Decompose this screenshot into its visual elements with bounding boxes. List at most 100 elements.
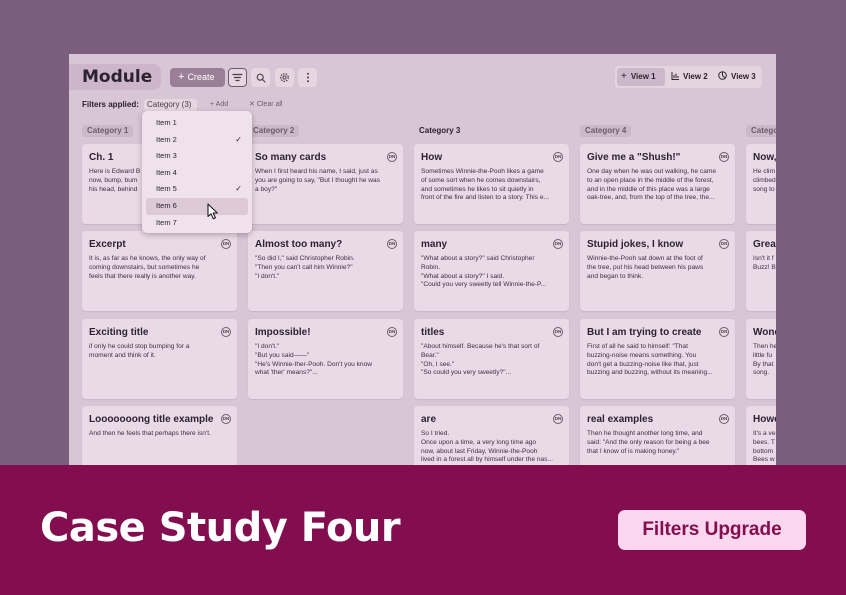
app-window: Module + Create + View 1 View 2 View 3 F… xyxy=(69,54,776,474)
card-body: First of all he said to himself: "That b… xyxy=(587,343,713,377)
card[interactable]: So many cards DN When I first heard his … xyxy=(248,144,403,224)
card[interactable]: Now, He clim climbed song to xyxy=(746,144,776,224)
card-title: Excerpt xyxy=(89,239,126,250)
card[interactable]: Impossible! DN "I don't." "But you said—… xyxy=(248,319,403,399)
column-header-category-4[interactable]: Category 4 xyxy=(580,125,632,137)
card[interactable]: Almost too many? DN "So did I," said Chr… xyxy=(248,231,403,311)
card[interactable]: real examples DN Then he thought another… xyxy=(580,406,735,474)
card[interactable]: How DN Sometimes Winnie-the-Pooh likes a… xyxy=(414,144,569,224)
plus-icon: + xyxy=(178,71,185,83)
card[interactable]: Give me a "Shush!" DN One day when he wa… xyxy=(580,144,735,224)
card-body: When I first heard his name, I said, jus… xyxy=(255,168,381,193)
card-body: if only he could stop bumping for a mome… xyxy=(89,343,190,359)
view-2-tab[interactable]: View 2 xyxy=(667,68,712,86)
dn-badge-icon: DN xyxy=(553,239,563,249)
dropdown-item-label: Item 3 xyxy=(156,151,177,161)
more-button[interactable] xyxy=(298,68,317,87)
dn-badge-icon: DN xyxy=(387,239,397,249)
dropdown-item-label: Item 6 xyxy=(156,200,177,210)
dropdown-item-label: Item 2 xyxy=(156,134,177,144)
add-filter-button[interactable]: + Add xyxy=(210,98,228,112)
filters-label: Filters applied: xyxy=(82,100,139,109)
dropdown-item[interactable]: Item 4 xyxy=(146,165,248,182)
dropdown-item[interactable]: Item 3 xyxy=(146,148,248,165)
card[interactable]: titles DN "About himself. Because he's t… xyxy=(414,319,569,399)
filter-icon xyxy=(232,73,243,82)
card-body: Sometimes Winnie-the-Pooh likes a game o… xyxy=(421,168,550,202)
search-button[interactable] xyxy=(251,68,270,87)
dropdown-item-label: Item 7 xyxy=(156,217,177,227)
card-body: Winnie-the-Pooh sat down at the foot of … xyxy=(587,255,704,280)
card[interactable]: But I am trying to create DN First of al… xyxy=(580,319,735,399)
view-1-tab[interactable]: + View 1 xyxy=(617,68,665,86)
mouse-cursor-icon xyxy=(207,203,218,220)
column-header-category-1[interactable]: Category 1 xyxy=(82,125,134,137)
page-title: Module xyxy=(69,64,161,90)
dn-badge-icon: DN xyxy=(553,152,563,162)
column-header-category-5[interactable]: Catego xyxy=(746,125,776,137)
card-body: One day when he was out walking, he came… xyxy=(587,168,717,202)
card-body: It is, as far as he knows, the only way … xyxy=(89,255,206,280)
case-study-title: Case Study Four xyxy=(40,505,401,551)
dn-badge-icon: DN xyxy=(719,239,729,249)
view-1-label: View 1 xyxy=(630,72,656,81)
card[interactable]: Excerpt DN It is, as far as he knows, th… xyxy=(82,231,237,311)
card-body: "About himself. Because he's that sort o… xyxy=(421,343,540,377)
column-header-category-3[interactable]: Category 3 xyxy=(414,125,465,137)
card-body: Isn't it f Buzz! B xyxy=(753,255,776,271)
card-body: "I don't." "But you said——" "He's Winnie… xyxy=(255,343,373,377)
clear-all-button[interactable]: ✕ Clear all xyxy=(249,98,283,112)
filter-button[interactable] xyxy=(228,68,247,87)
dropdown-item[interactable]: Item 2 ✓ xyxy=(146,132,248,149)
check-icon: ✓ xyxy=(235,134,242,144)
check-icon: ✓ xyxy=(235,184,242,194)
column-header-category-2[interactable]: Category 2 xyxy=(248,125,300,137)
card-title: Almost too many? xyxy=(255,239,343,250)
dropdown-item-label: Item 1 xyxy=(156,118,177,127)
dn-badge-icon: DN xyxy=(719,152,729,162)
card[interactable]: Great Isn't it f Buzz! B xyxy=(746,231,776,311)
card-title: Exciting title xyxy=(89,327,149,338)
dropdown-item[interactable]: Item 5 ✓ xyxy=(146,181,248,198)
dropdown-item-highlighted[interactable]: Item 6 xyxy=(146,197,248,215)
card[interactable]: are DN So I tried. Once upon a time, a v… xyxy=(414,406,569,474)
bar-chart-icon xyxy=(671,72,679,80)
dn-badge-icon: DN xyxy=(553,327,563,337)
card-title: Great xyxy=(753,239,776,250)
card-title: But I am trying to create xyxy=(587,327,702,338)
dropdown-item[interactable]: Item 1 xyxy=(146,115,248,132)
dn-badge-icon: DN xyxy=(387,152,397,162)
view-3-label: View 3 xyxy=(731,72,756,81)
plus-icon: + xyxy=(621,71,627,82)
card-title: Impossible! xyxy=(255,327,311,338)
card-title: Stupid jokes, I know xyxy=(587,239,684,250)
card-body: "What about a story?" said Christopher R… xyxy=(421,255,546,289)
category-filter-chip-label: Category (3) xyxy=(147,100,192,109)
dn-badge-icon: DN xyxy=(221,414,231,424)
card[interactable]: Looooooong title example DN And then he … xyxy=(82,406,237,474)
card[interactable]: Exciting title DN if only he could stop … xyxy=(82,319,237,399)
card-body: Then he little fu By that song. xyxy=(753,343,776,377)
view-3-tab[interactable]: View 3 xyxy=(714,68,760,86)
card[interactable]: many DN "What about a story?" said Chris… xyxy=(414,231,569,311)
card-title: Howe xyxy=(753,414,776,425)
card-title: How xyxy=(421,152,443,163)
category-filter-dropdown: Item 1 Item 2 ✓ Item 3 Item 4 Item 5 ✓ Ite… xyxy=(142,111,252,233)
settings-button[interactable] xyxy=(275,68,294,87)
create-button[interactable]: + Create xyxy=(170,68,225,87)
card-title: Wond xyxy=(753,327,776,338)
dropdown-item-label: Item 4 xyxy=(156,167,177,177)
card[interactable]: Wond Then he little fu By that song. xyxy=(746,319,776,399)
pie-chart-icon xyxy=(718,71,727,80)
card[interactable]: Howe It's a ve bees. T bottom Bees w xyxy=(746,406,776,474)
card[interactable]: Stupid jokes, I know DN Winnie-the-Pooh … xyxy=(580,231,735,311)
case-study-banner: Case Study Four Filters Upgrade xyxy=(0,465,846,595)
create-button-label: Create xyxy=(187,72,215,82)
card-title: real examples xyxy=(587,414,654,425)
dropdown-item[interactable]: Item 7 xyxy=(146,215,248,232)
more-vertical-icon xyxy=(306,72,309,83)
dn-badge-icon: DN xyxy=(719,414,729,424)
category-filter-chip[interactable]: Category (3) xyxy=(144,99,197,111)
card-title: many xyxy=(421,239,448,250)
close-icon: ✕ xyxy=(249,101,257,108)
